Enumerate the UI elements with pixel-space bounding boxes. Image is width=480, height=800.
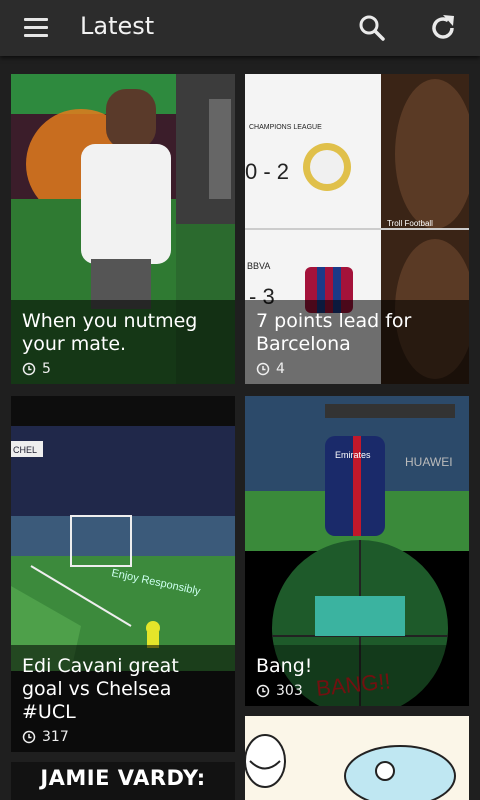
card-title: Edi Cavani great goal vs Chelsea #UCL [22, 655, 179, 723]
post-card[interactable]: When you nutmeg your mate. 5 [11, 74, 235, 384]
app-bar: Latest [0, 0, 480, 56]
card-count: 317 [42, 729, 69, 745]
post-image [245, 716, 469, 800]
board-text: CHEL [13, 445, 37, 455]
post-card[interactable]: JAMIE VARDY: [11, 762, 235, 800]
hamburger-menu-icon[interactable] [22, 14, 50, 42]
bbva-text: BBVA [247, 261, 270, 271]
ad-text: HUAWEI [405, 455, 453, 469]
watermark-text: Troll Football [387, 219, 433, 228]
page-title: Latest [80, 12, 155, 40]
card-title: Bang! [256, 655, 313, 677]
clock-icon [22, 730, 36, 744]
card-count: 4 [276, 361, 285, 377]
post-card[interactable]: CHEL Enjoy Responsibly Edi Cavani great … [11, 396, 235, 752]
post-card[interactable] [245, 716, 469, 800]
post-card[interactable]: CHAMPIONS LEAGUE 0 - 2 Troll Football BB… [245, 74, 469, 384]
post-card[interactable]: Emirates HUAWEI BANG!! Bang! 303 [245, 396, 469, 706]
card-caption: 7 points lead for Barcelona 4 [245, 300, 469, 384]
card-caption: Edi Cavani great goal vs Chelsea #UCL 31… [11, 645, 235, 752]
card-caption: Bang! 303 [245, 645, 469, 706]
card-title: When you nutmeg your mate. [22, 310, 198, 355]
score-text: 0 - 2 [245, 159, 289, 184]
search-icon[interactable] [356, 12, 388, 44]
clock-icon [256, 684, 270, 698]
card-title: JAMIE VARDY: [40, 766, 206, 790]
sponsor-text: Emirates [335, 450, 371, 460]
refresh-icon[interactable] [426, 11, 460, 45]
clock-icon [256, 362, 270, 376]
clock-icon [22, 362, 36, 376]
card-count: 5 [42, 361, 51, 377]
card-title: 7 points lead for Barcelona [256, 310, 412, 355]
card-count: 303 [276, 683, 303, 699]
card-caption: When you nutmeg your mate. 5 [11, 300, 235, 384]
champions-league-text: CHAMPIONS LEAGUE [249, 124, 322, 131]
